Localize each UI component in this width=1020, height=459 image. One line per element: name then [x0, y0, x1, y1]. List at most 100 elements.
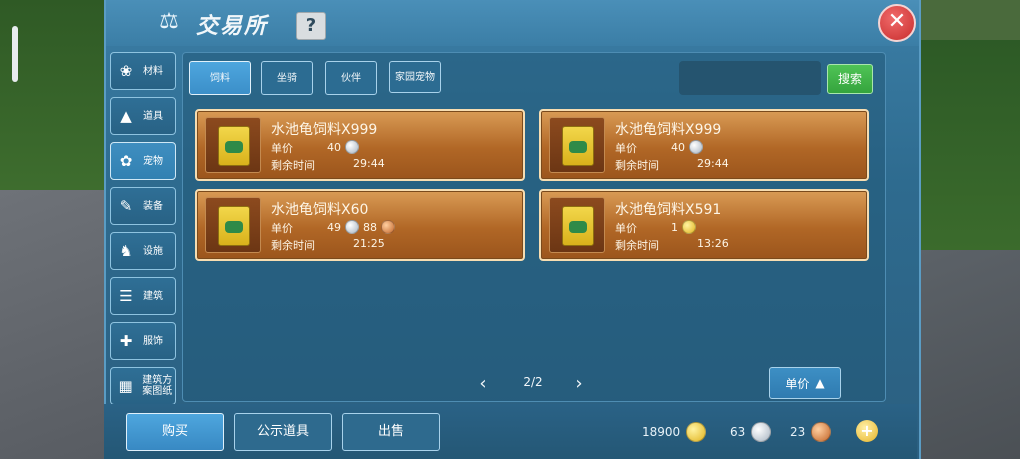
sort-label: 单价: [785, 376, 810, 391]
price-label: 单价: [271, 222, 293, 235]
sidebar-item-equipment[interactable]: ✎ 装备: [110, 187, 176, 225]
item-name: 水池龟饲料X591: [615, 202, 722, 218]
time-remaining: 13:26: [697, 237, 729, 250]
subcategory-tabs: 饲料 坐骑 伙伴 家园宠物 搜索: [183, 53, 885, 103]
silver-coin-icon: [689, 140, 703, 154]
feed-bag-icon: [218, 206, 250, 246]
sidebar-item-label: 设施: [143, 245, 163, 257]
sidebar-item-facility[interactable]: ♞ 设施: [110, 232, 176, 270]
sidebar-item-label: 宠物: [143, 155, 163, 167]
flask-icon: ▲: [120, 107, 132, 125]
sidebar-item-label: 道具: [143, 110, 163, 122]
scale-icon: ⚖: [159, 9, 179, 34]
sort-by-price-button[interactable]: 单价 ▲: [769, 367, 841, 399]
time-remaining: 29:44: [353, 157, 385, 170]
gold-amount: 18900: [642, 425, 681, 439]
sidebar-item-label: 材料: [143, 65, 163, 77]
item-name: 水池龟饲料X999: [615, 122, 722, 138]
tab-feed[interactable]: 饲料: [189, 61, 251, 95]
blueprint-icon: ▦: [118, 377, 133, 395]
page-title: 交易所: [196, 14, 269, 39]
sort-arrow-icon: ▲: [815, 376, 825, 390]
sidebar-item-material[interactable]: ❀ 材料: [110, 52, 176, 90]
clothing-icon: ✚: [119, 332, 133, 350]
building-icon: ☰: [119, 287, 133, 305]
price-amount: 40: [327, 140, 341, 154]
price-label: 单价: [271, 142, 293, 155]
price-amount: 49: [327, 220, 341, 234]
sidebar-item-label: 建筑: [143, 290, 163, 302]
item-price: 49 88: [327, 220, 395, 234]
add-currency-button[interactable]: +: [856, 420, 878, 442]
page-indicator: 2/2: [523, 375, 543, 389]
sidebar-item-clothing[interactable]: ✚ 服饰: [110, 322, 176, 360]
sidebar-item-item[interactable]: ▲ 道具: [110, 97, 176, 135]
item-name: 水池龟饲料X999: [271, 122, 378, 138]
time-remaining: 21:25: [353, 237, 385, 250]
next-page-button[interactable]: ›: [569, 371, 589, 397]
feed-bag-icon: [218, 126, 250, 166]
search-input[interactable]: [679, 61, 821, 95]
time-remaining-label: 剩余时间: [615, 159, 659, 172]
gold-coin-icon: [682, 220, 696, 234]
background-road-left: [0, 190, 105, 459]
item-thumbnail: [549, 197, 605, 253]
item-price: 40: [327, 140, 359, 154]
time-remaining-label: 剩余时间: [271, 159, 315, 172]
horse-icon: ♞: [119, 242, 133, 260]
tab-home-pet[interactable]: 家园宠物: [389, 61, 441, 93]
background-road-right: [912, 250, 1020, 459]
background-top-right: [912, 0, 1020, 40]
time-remaining: 29:44: [697, 157, 729, 170]
item-price: 40: [671, 140, 703, 154]
time-remaining-label: 剩余时间: [615, 239, 659, 252]
search-button[interactable]: 搜索: [827, 64, 873, 94]
sidebar-item-label: 服饰: [143, 335, 163, 347]
public-items-button[interactable]: 公示道具: [234, 413, 332, 451]
bottom-bar: 购买 公示道具 出售 18900 63 23 +: [104, 404, 917, 459]
sidebar-item-building[interactable]: ☰ 建筑: [110, 277, 176, 315]
feed-bag-icon: [562, 206, 594, 246]
armor-icon: ✎: [119, 197, 133, 215]
item-thumbnail: [205, 117, 261, 173]
tab-partner[interactable]: 伙伴: [325, 61, 377, 95]
tab-mount[interactable]: 坐骑: [261, 61, 313, 95]
buy-button[interactable]: 购买: [126, 413, 224, 451]
sell-button[interactable]: 出售: [342, 413, 440, 451]
material-icon: ❀: [119, 62, 133, 80]
silver-balance: 63: [730, 422, 772, 442]
side-drawer-handle[interactable]: [12, 26, 18, 82]
time-remaining-label: 剩余时间: [271, 239, 315, 252]
item-price: 1: [671, 220, 696, 234]
feed-bag-icon: [562, 126, 594, 166]
sidebar-item-pet[interactable]: ✿ 宠物: [110, 142, 176, 180]
sidebar-item-label: 装备: [143, 200, 163, 212]
listing-card[interactable]: 水池龟饲料X999 单价 40 剩余时间 29:44: [195, 109, 525, 181]
copper-amount: 23: [790, 425, 806, 439]
sidebar-item-label: 建筑方案图纸: [142, 375, 173, 397]
listing-card[interactable]: 水池龟饲料X591 单价 1 剩余时间 13:26: [539, 189, 869, 261]
help-button[interactable]: ?: [296, 12, 326, 40]
item-thumbnail: [205, 197, 261, 253]
silver-coin-icon: [345, 220, 359, 234]
background-grass-right: [912, 40, 1020, 250]
gold-balance: 18900: [642, 422, 707, 442]
price-label: 单价: [615, 142, 637, 155]
paw-icon: ✿: [119, 152, 133, 170]
price-amount: 1: [671, 220, 678, 234]
prev-page-button[interactable]: ‹: [473, 371, 493, 397]
price-amount: 40: [671, 140, 685, 154]
sidebar-item-blueprint[interactable]: ▦ 建筑方案图纸: [110, 367, 176, 405]
silver-coin-icon: [751, 422, 772, 442]
copper-balance: 23: [790, 422, 832, 442]
price-label: 单价: [615, 222, 637, 235]
close-button[interactable]: ✕: [878, 4, 916, 42]
item-thumbnail: [549, 117, 605, 173]
listing-card[interactable]: 水池龟饲料X999 单价 40 剩余时间 29:44: [539, 109, 869, 181]
item-name: 水池龟饲料X60: [271, 202, 369, 218]
copper-coin-icon: [811, 422, 832, 442]
listing-card[interactable]: 水池龟饲料X60 单价 49 88 剩余时间 21:25: [195, 189, 525, 261]
gold-coin-icon: [686, 422, 707, 442]
silver-coin-icon: [345, 140, 359, 154]
copper-coin-icon: [381, 220, 395, 234]
